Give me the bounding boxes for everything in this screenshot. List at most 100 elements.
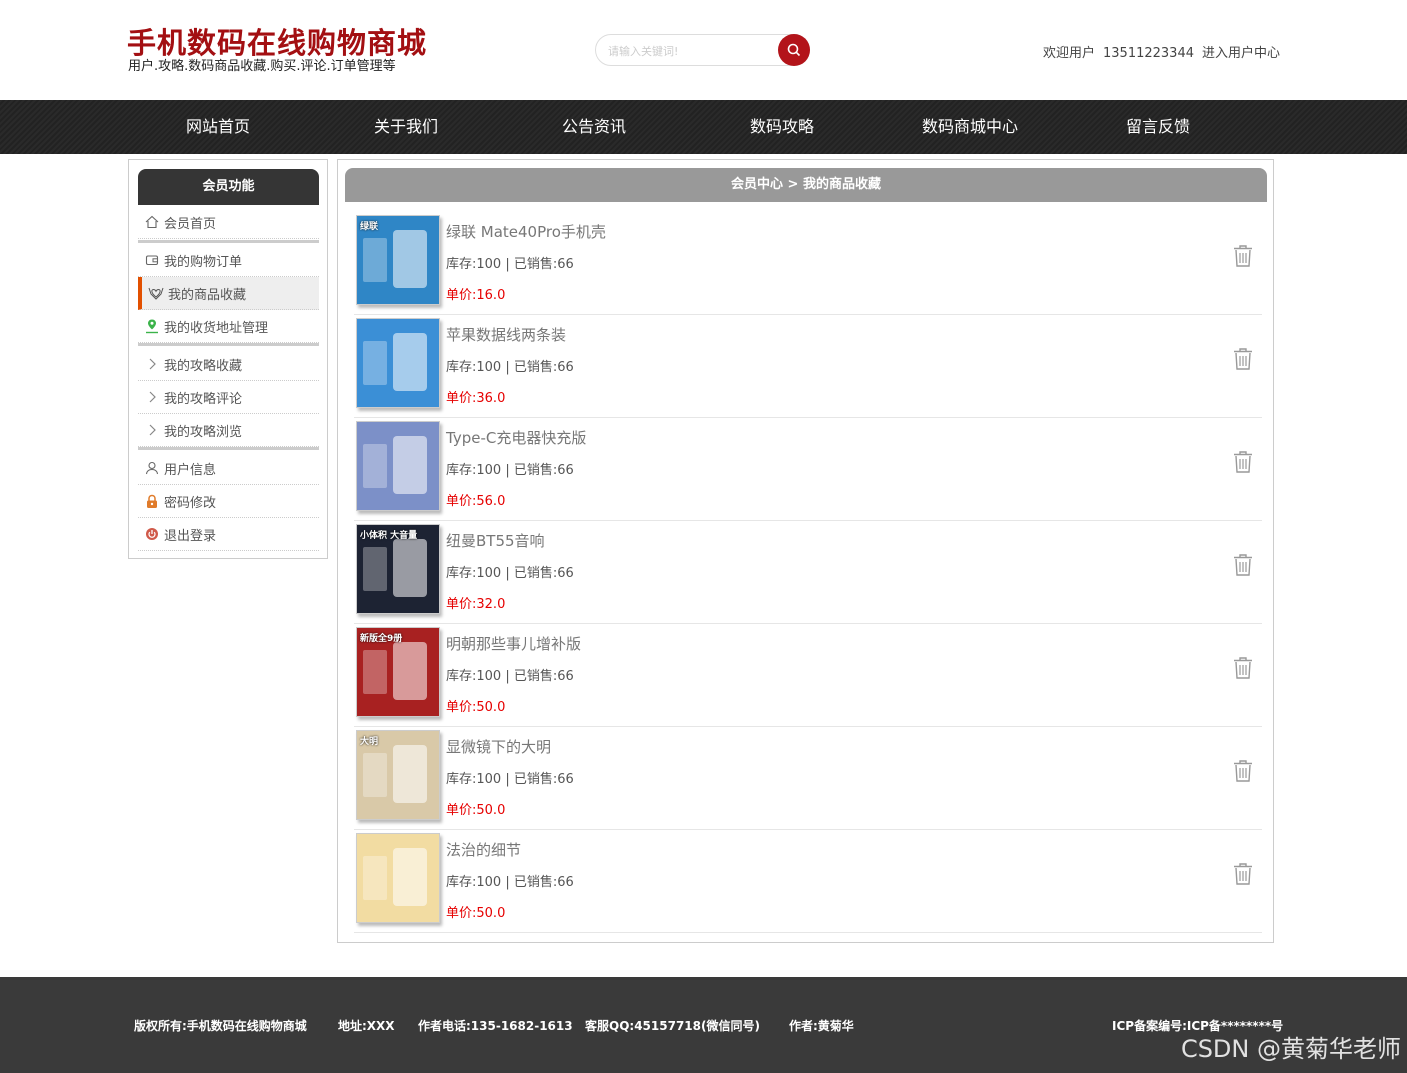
sidebar-item-change-password[interactable]: 密码修改 [138, 485, 319, 518]
stock-value: 100 [476, 257, 502, 272]
stock-label: 库存: [446, 463, 477, 478]
price-value: 50.0 [476, 803, 506, 818]
nav-item-news[interactable]: 公告资讯 [500, 100, 688, 154]
product-name[interactable]: 明朝那些事儿增补版 [446, 633, 581, 654]
product-stock-line: 库存:100 | 已销售:66 [446, 459, 574, 478]
sold-value: 66 [557, 669, 574, 684]
price-value: 50.0 [476, 700, 506, 715]
stock-label: 库存: [446, 566, 477, 581]
site-subtitle: 用户.攻略.数码商品收藏.购买.评论.订单管理等 [128, 59, 396, 74]
sidebar-item-label: 用户信息 [164, 462, 217, 478]
search-button[interactable] [778, 34, 810, 66]
price-label: 单价: [446, 700, 477, 715]
member-sidebar: 会员功能 会员首页 我的购物订单 我的商品收藏 我的收货地址管理 我的攻略收藏 … [128, 159, 328, 559]
product-name[interactable]: 绿联 Mate40Pro手机壳 [446, 221, 606, 242]
product-thumbnail[interactable] [356, 421, 440, 511]
search-icon [787, 43, 801, 57]
sidebar-item-orders[interactable]: 我的购物订单 [138, 244, 319, 277]
main-nav: 网站首页 关于我们 公告资讯 数码攻略 数码商城中心 留言反馈 [0, 100, 1407, 154]
nav-item-about[interactable]: 关于我们 [312, 100, 500, 154]
sidebar-item-guide-favorites[interactable]: 我的攻略收藏 [138, 348, 319, 381]
user-center-link[interactable]: 进入用户中心 [1202, 46, 1280, 61]
product-name[interactable]: 纽曼BT55音响 [446, 530, 545, 551]
sidebar-item-user-info[interactable]: 用户信息 [138, 452, 319, 485]
stock-separator: | [501, 875, 514, 890]
delete-favorite-button[interactable] [1232, 656, 1254, 680]
product-image [357, 319, 439, 407]
site-footer: 版权所有:手机数码在线购物商城 地址:XXX 作者电话:135-1682-161… [0, 977, 1407, 1073]
nav-item-guides[interactable]: 数码攻略 [688, 100, 876, 154]
product-price-line: 单价:50.0 [446, 799, 505, 818]
delete-favorite-button[interactable] [1232, 759, 1254, 783]
trash-icon [1234, 245, 1252, 267]
home-icon [144, 214, 160, 230]
chevron-right-icon [144, 422, 160, 438]
welcome-label: 欢迎用户 [1043, 46, 1096, 61]
sidebar-item-guide-history[interactable]: 我的攻略浏览 [138, 414, 319, 447]
stock-label: 库存: [446, 875, 477, 890]
user-info: 欢迎用户 13511223344 进入用户中心 [1043, 42, 1280, 61]
location-pin-icon [144, 318, 160, 334]
stock-label: 库存: [446, 669, 477, 684]
sold-value: 66 [557, 360, 574, 375]
thumbnail-caption: 大明 [360, 737, 379, 747]
product-name[interactable]: 显微镜下的大明 [446, 736, 551, 757]
product-thumbnail[interactable]: 新版全9册 [356, 627, 440, 717]
sidebar-item-member-home[interactable]: 会员首页 [138, 206, 319, 239]
product-stock-line: 库存:100 | 已销售:66 [446, 356, 574, 375]
stock-value: 100 [476, 463, 502, 478]
sidebar-item-label: 会员首页 [164, 216, 217, 232]
nav-item-home[interactable]: 网站首页 [124, 100, 312, 154]
price-value: 36.0 [476, 391, 506, 406]
sidebar-item-label: 我的购物订单 [164, 254, 243, 270]
favorite-item: 苹果数据线两条装 库存:100 | 已销售:66 单价:36.0 [354, 315, 1262, 418]
favorite-item: 法治的细节 库存:100 | 已销售:66 单价:50.0 [354, 830, 1262, 933]
sold-value: 66 [557, 257, 574, 272]
product-price-line: 单价:36.0 [446, 387, 505, 406]
sidebar-item-logout[interactable]: 退出登录 [138, 518, 319, 551]
lock-icon [144, 493, 160, 509]
sidebar-item-favorites[interactable]: 我的商品收藏 [138, 277, 319, 310]
product-name[interactable]: 苹果数据线两条装 [446, 324, 566, 345]
product-image [357, 834, 439, 922]
sold-label: 已销售: [513, 772, 558, 787]
sold-value: 66 [557, 463, 574, 478]
footer-author: 作者:黄菊华 [789, 1019, 854, 1033]
price-value: 56.0 [476, 494, 506, 509]
thumbnail-caption: 小体积 大音量 [360, 531, 418, 541]
sold-label: 已销售: [513, 257, 558, 272]
search-input[interactable] [608, 41, 768, 61]
sidebar-item-addresses[interactable]: 我的收货地址管理 [138, 310, 319, 343]
product-thumbnail[interactable]: 小体积 大音量 [356, 524, 440, 614]
product-thumbnail[interactable]: 大明 [356, 730, 440, 820]
product-thumbnail[interactable] [356, 833, 440, 923]
nav-item-mall[interactable]: 数码商城中心 [876, 100, 1064, 154]
product-name[interactable]: 法治的细节 [446, 839, 521, 860]
nav-item-feedback[interactable]: 留言反馈 [1064, 100, 1252, 154]
price-label: 单价: [446, 803, 477, 818]
sold-label: 已销售: [513, 463, 558, 478]
stock-separator: | [501, 566, 514, 581]
delete-favorite-button[interactable] [1232, 553, 1254, 577]
price-label: 单价: [446, 906, 477, 921]
delete-favorite-button[interactable] [1232, 244, 1254, 268]
user-icon [144, 460, 160, 476]
thumbnail-caption: 绿联 [360, 222, 379, 232]
price-value: 32.0 [476, 597, 506, 612]
site-header: 手机数码在线购物商城 用户.攻略.数码商品收藏.购买.评论.订单管理等 欢迎用户… [0, 0, 1407, 100]
delete-favorite-button[interactable] [1232, 347, 1254, 371]
product-thumbnail[interactable] [356, 318, 440, 408]
stock-value: 100 [476, 875, 502, 890]
product-stock-line: 库存:100 | 已销售:66 [446, 768, 574, 787]
delete-favorite-button[interactable] [1232, 450, 1254, 474]
stock-value: 100 [476, 669, 502, 684]
product-thumbnail[interactable]: 绿联 [356, 215, 440, 305]
product-name[interactable]: Type-C充电器快充版 [446, 427, 586, 448]
footer-qq: 客服QQ:45157718(微信同号) [585, 1019, 760, 1033]
sidebar-item-label: 我的攻略浏览 [164, 424, 243, 440]
sidebar-item-guide-comments[interactable]: 我的攻略评论 [138, 381, 319, 414]
footer-address: 地址:XXX [338, 1019, 395, 1033]
trash-icon [1234, 451, 1252, 473]
delete-favorite-button[interactable] [1232, 862, 1254, 886]
stock-value: 100 [476, 772, 502, 787]
